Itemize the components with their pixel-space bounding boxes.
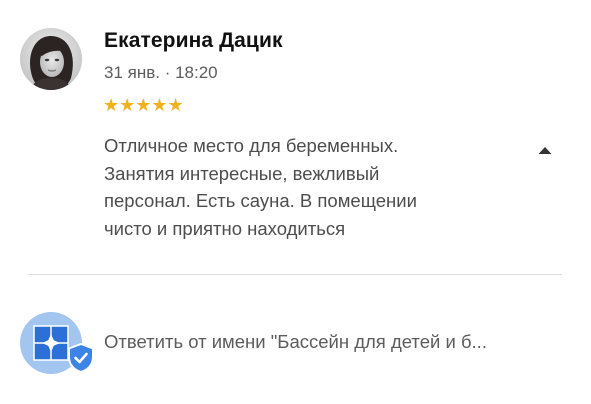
review-text-line: Отличное место для беременных. [104, 135, 399, 156]
review-text-line: чисто и приятно находиться [104, 217, 346, 239]
reply-as-organization-button[interactable]: Ответить от имени "Бассейн для детей и б… [0, 300, 591, 390]
review-text-line: персонал. Есть сауна. В помещении [104, 190, 417, 211]
review-text-line: Занятия интересные, вежливый [104, 162, 380, 184]
author-avatar[interactable] [20, 28, 82, 90]
review-text: Отличное место для беременных. Занятия и… [104, 132, 494, 242]
collapse-button[interactable] [532, 140, 558, 160]
author-photo [20, 28, 82, 90]
author-name[interactable]: Екатерина Дацик [104, 29, 283, 53]
review-date: 31 янв. · 18:20 [104, 63, 218, 82]
divider [28, 274, 562, 275]
reply-label: Ответить от имени "Бассейн для детей и б… [104, 331, 487, 352]
verified-badge-icon [67, 342, 95, 374]
rating-stars: ★★★★★ [103, 95, 184, 115]
review-card: Екатерина Дацик 31 янв. · 18:20 ★★★★★ От… [0, 0, 591, 270]
chevron-up-icon [538, 147, 552, 154]
